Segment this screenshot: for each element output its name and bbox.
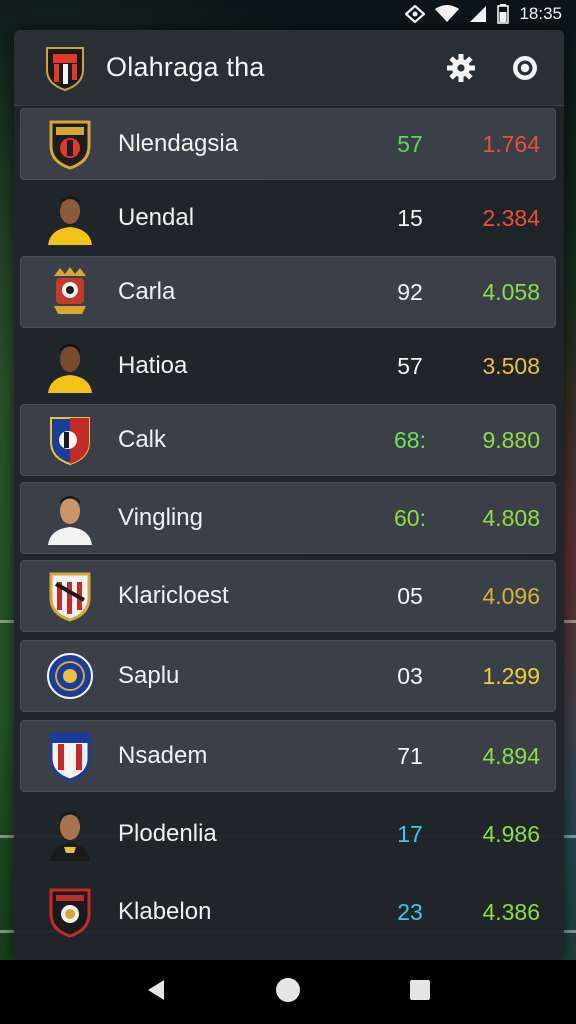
team-name: Nlendagsia — [118, 130, 239, 157]
score-value: 15 — [397, 204, 423, 231]
striped-crest-icon — [46, 569, 94, 623]
player-avatar-icon — [46, 491, 94, 545]
leaderboard-panel: Olahraga tha Nlendagsia 57 1.764 Uendal … — [14, 30, 564, 960]
score-value: 60: — [394, 504, 426, 531]
panel-header: Olahraga tha — [14, 30, 564, 106]
recents-icon — [410, 979, 431, 1000]
team-name: Klaricloest — [118, 582, 229, 609]
list-item[interactable]: Klabelon 23 4.386 — [20, 876, 556, 948]
rating-value: 4.986 — [482, 820, 540, 847]
player-name: Vingling — [118, 504, 203, 531]
rating-value: 4.808 — [482, 504, 540, 531]
score-value: 57 — [397, 352, 423, 379]
list-item[interactable]: Nlendagsia 57 1.764 — [20, 108, 556, 180]
system-nav-bar — [0, 960, 576, 1024]
player-name: Hatioa — [118, 352, 188, 379]
rating-value: 4.058 — [482, 278, 540, 305]
list-item[interactable]: Calk 68: 9.880 — [20, 404, 556, 476]
nfc-icon — [405, 5, 426, 23]
rating-value: 3.508 — [482, 352, 540, 379]
royal-crest-icon — [46, 265, 94, 319]
score-value: 57 — [397, 130, 423, 157]
home-icon — [275, 977, 300, 1002]
round-badge-icon — [46, 649, 94, 703]
score-value: 03 — [397, 662, 423, 689]
score-value: 68: — [394, 426, 426, 453]
player-avatar-icon — [46, 807, 94, 861]
gear-icon — [447, 53, 475, 82]
status-bar: 18:35 — [0, 0, 576, 28]
target-button[interactable] — [508, 51, 542, 85]
list-item[interactable]: Saplu 03 1.299 — [20, 640, 556, 712]
score-value: 71 — [397, 742, 423, 769]
page-title: Olahraga tha — [106, 52, 265, 82]
battery-icon — [497, 4, 510, 24]
list-item[interactable]: Klaricloest 05 4.096 — [20, 560, 556, 632]
clock-time: 18:35 — [519, 4, 562, 23]
list-item[interactable]: Vingling 60: 4.808 — [20, 482, 556, 554]
home-button[interactable] — [275, 977, 301, 1008]
team-name: Calk — [118, 426, 167, 453]
team-name: Klabelon — [118, 898, 212, 925]
rating-value: 4.894 — [482, 742, 540, 769]
list-item[interactable]: Plodenlia 17 4.986 — [20, 798, 556, 870]
team-name: Nsadem — [118, 742, 208, 769]
list-item[interactable]: Hatioa 57 3.508 — [20, 330, 556, 402]
back-icon — [147, 979, 164, 1000]
team-name: Saplu — [118, 662, 180, 689]
club-crest-icon — [46, 117, 94, 171]
player-avatar-icon — [46, 339, 94, 393]
back-button[interactable] — [144, 978, 168, 1007]
red-crest-icon — [46, 885, 94, 939]
player-avatar-icon — [46, 191, 94, 245]
rating-value: 2.384 — [482, 204, 540, 231]
list-item[interactable]: Carla 92 4.058 — [20, 256, 556, 328]
list-item[interactable]: Uendal 15 2.384 — [20, 182, 556, 254]
score-value: 05 — [397, 582, 423, 609]
score-value: 17 — [397, 820, 423, 847]
team-name: Carla — [118, 278, 176, 305]
list-item[interactable]: Nsadem 71 4.894 — [20, 720, 556, 792]
club-crest-icon — [46, 46, 84, 91]
player-name: Uendal — [118, 204, 195, 231]
shield-crest-icon — [46, 413, 94, 467]
recents-button[interactable] — [408, 978, 432, 1007]
rating-value: 1.299 — [482, 662, 540, 689]
score-value: 92 — [397, 278, 423, 305]
score-value: 23 — [397, 898, 423, 925]
rating-value: 9.880 — [482, 426, 540, 453]
settings-button[interactable] — [444, 51, 478, 85]
rating-value: 1.764 — [482, 130, 540, 157]
wifi-icon — [435, 5, 460, 22]
signal-icon — [470, 6, 487, 22]
rating-value: 4.096 — [482, 582, 540, 609]
player-name: Plodenlia — [118, 820, 217, 847]
target-icon — [513, 55, 537, 80]
tricolor-crest-icon — [46, 729, 94, 783]
rating-value: 4.386 — [482, 898, 540, 925]
